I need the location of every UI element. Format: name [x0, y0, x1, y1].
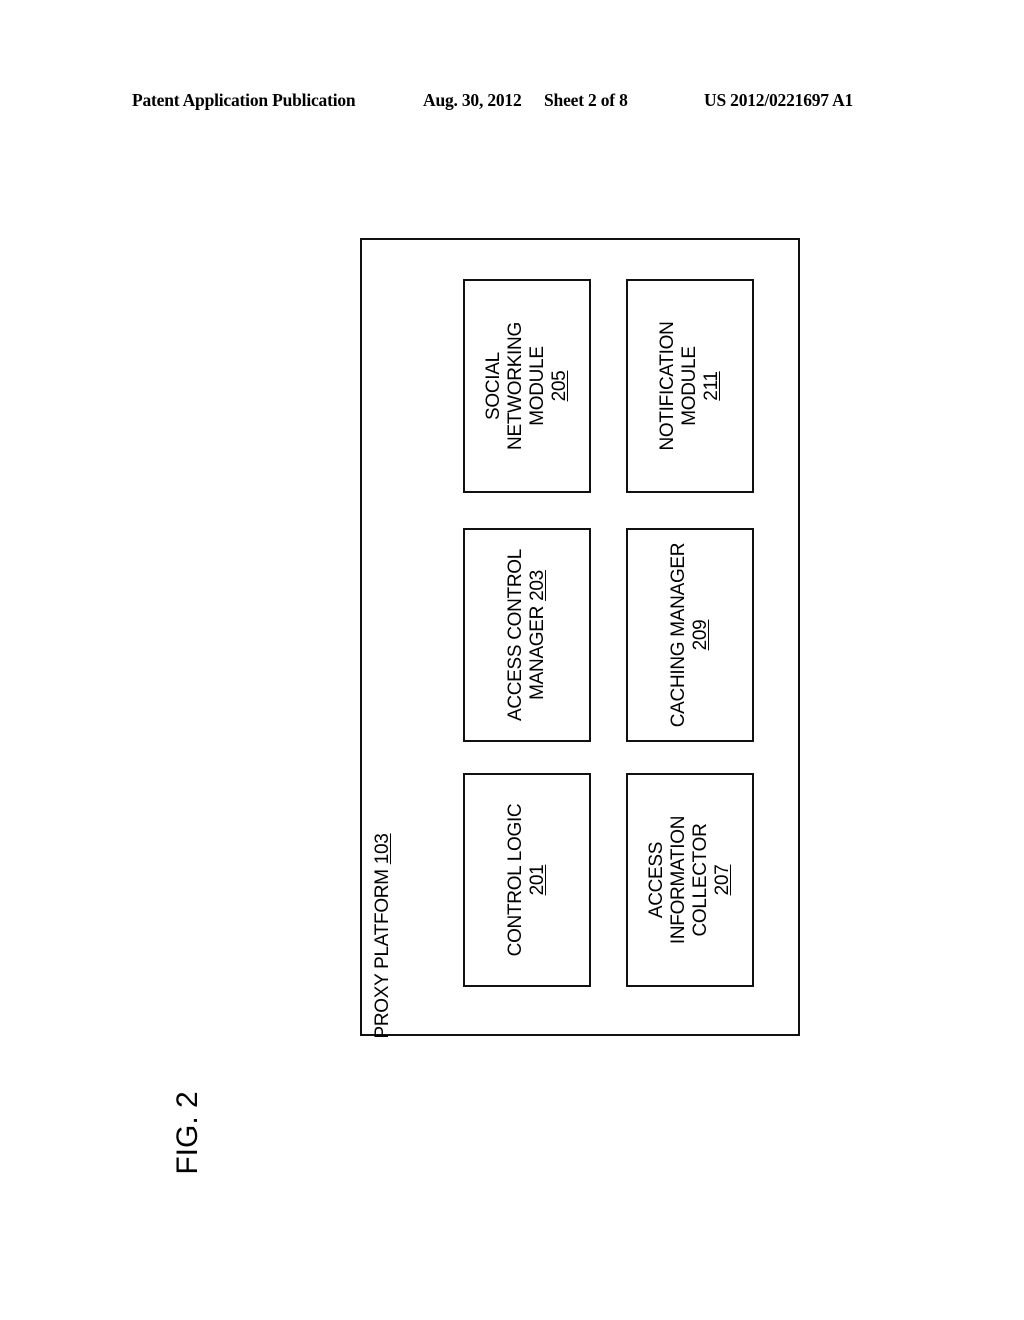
- caching-manager-box: CACHING MANAGER 209: [626, 528, 754, 742]
- notification-module-label: NOTIFICATION MODULE 211: [657, 321, 723, 450]
- module-ref-line: 201: [527, 804, 549, 957]
- module-ref-number: 205: [549, 370, 570, 402]
- module-ref-line: 211: [701, 321, 723, 450]
- proxy-platform-label: PROXY PLATFORM 103: [372, 833, 394, 1038]
- module-ref-number: 201: [527, 864, 548, 896]
- access-control-manager-label: ACCESS CONTROL MANAGER 203: [505, 549, 549, 721]
- publication-date: Aug. 30, 2012: [423, 90, 522, 110]
- module-label-line: CONTROL LOGIC: [505, 803, 526, 957]
- access-control-manager-box: ACCESS CONTROL MANAGER 203: [463, 528, 591, 742]
- module-ref-line: 205: [549, 322, 571, 450]
- social-networking-module-box: SOCIAL NETWORKING MODULE 205: [463, 279, 591, 493]
- container-ref: 103: [372, 833, 393, 865]
- module-label-line: INFORMATION: [668, 815, 689, 945]
- module-ref-line: 207: [712, 816, 734, 944]
- module-ref-number: 203: [527, 570, 548, 601]
- caching-manager-label: CACHING MANAGER 209: [668, 543, 712, 727]
- module-label-line: NOTIFICATION: [657, 321, 678, 451]
- module-label-line: ACCESS CONTROL: [505, 548, 526, 722]
- publication-type: Patent Application Publication: [132, 90, 356, 110]
- container-name: PROXY PLATFORM: [372, 869, 393, 1039]
- social-networking-module-label: SOCIAL NETWORKING MODULE 205: [483, 322, 571, 450]
- module-ref-number: 209: [690, 619, 711, 651]
- module-label-line: MODULE: [527, 346, 548, 426]
- module-label-line: MODULE: [679, 346, 700, 426]
- sheet-number: Sheet 2 of 8: [544, 90, 628, 110]
- patent-header: Patent Application Publication Aug. 30, …: [0, 88, 1024, 114]
- access-information-collector-box: ACCESS INFORMATION COLLECTOR 207: [626, 773, 754, 987]
- publication-number: US 2012/0221697 A1: [704, 90, 854, 110]
- figure-label: FIG. 2: [171, 1091, 204, 1175]
- control-logic-box: CONTROL LOGIC 201: [463, 773, 591, 987]
- module-label-line: NETWORKING: [505, 322, 526, 450]
- module-label-line: SOCIAL: [483, 352, 504, 420]
- module-label-line: CACHING MANAGER: [668, 542, 689, 728]
- control-logic-label: CONTROL LOGIC 201: [505, 804, 549, 957]
- module-ref-number: 211: [701, 371, 722, 401]
- module-ref-line: 209: [690, 543, 712, 727]
- module-label-line: COLLECTOR: [690, 823, 711, 937]
- access-information-collector-label: ACCESS INFORMATION COLLECTOR 207: [646, 816, 734, 944]
- module-label-line: ACCESS: [646, 841, 667, 919]
- module-ref-number: 207: [712, 864, 733, 896]
- notification-module-box: NOTIFICATION MODULE 211: [626, 279, 754, 493]
- module-label-line: MANAGER 203: [527, 570, 548, 700]
